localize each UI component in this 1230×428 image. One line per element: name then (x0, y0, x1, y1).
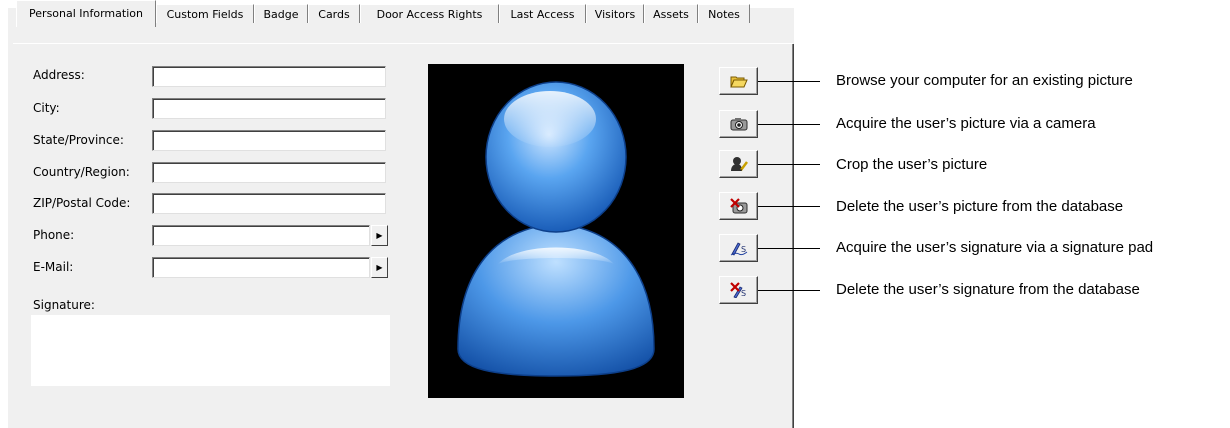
signature-label: Signature: (33, 298, 95, 312)
country-label: Country/Region: (33, 165, 130, 179)
tab-assets[interactable]: Assets (644, 4, 698, 23)
callout-crop: Crop the user’s picture (836, 156, 988, 173)
callout-connector (758, 124, 820, 125)
city-field[interactable] (152, 98, 386, 119)
arrow-right-icon: ▶ (376, 263, 383, 272)
callout-connector (758, 290, 820, 291)
callout-connector (758, 206, 820, 207)
delete-picture-icon (729, 198, 747, 214)
camera-icon (730, 118, 747, 131)
crop-picture-icon (730, 157, 748, 171)
address-field[interactable] (152, 66, 386, 87)
svg-text:S: S (741, 245, 746, 254)
user-silhouette-icon (457, 81, 655, 377)
tab-visitors[interactable]: Visitors (586, 4, 644, 23)
delete-picture-button[interactable] (719, 192, 758, 220)
callout-delete-picture: Delete the user’s picture from the datab… (836, 198, 1124, 215)
browse-picture-button[interactable] (719, 67, 758, 95)
open-folder-icon (729, 76, 748, 88)
camera-button[interactable] (719, 110, 758, 138)
zip-label: ZIP/Postal Code: (33, 196, 131, 210)
tab-notes[interactable]: Notes (698, 4, 750, 23)
email-label: E-Mail: (33, 260, 74, 274)
callout-connector (758, 164, 820, 165)
state-label: State/Province: (33, 133, 124, 147)
zip-field[interactable] (152, 193, 386, 214)
tab-cards[interactable]: Cards (308, 4, 360, 23)
callout-connector (758, 81, 820, 82)
phone-label: Phone: (33, 228, 75, 242)
delete-signature-icon: S (729, 282, 746, 298)
callout-delete-signature: Delete the user’s signature from the dat… (836, 281, 1140, 298)
callout-camera: Acquire the user’s picture via a camera (836, 115, 1096, 132)
tab-badge[interactable]: Badge (254, 4, 308, 23)
crop-picture-button[interactable] (719, 150, 758, 178)
signature-pad-icon: S (730, 242, 747, 256)
city-label: City: (33, 101, 60, 115)
user-photo (428, 64, 684, 398)
email-field[interactable] (152, 257, 370, 278)
delete-signature-button[interactable]: S (719, 276, 758, 304)
callout-connector (758, 248, 820, 249)
phone-field[interactable] (152, 225, 370, 246)
panel-border-right-shadow (793, 44, 794, 428)
tab-personal-information[interactable]: Personal Information (16, 0, 156, 27)
address-label: Address: (33, 68, 85, 82)
svg-text:S: S (741, 289, 746, 298)
tab-door-access-rights[interactable]: Door Access Rights (360, 4, 499, 23)
callout-browse: Browse your computer for an existing pic… (836, 72, 1133, 89)
tab-last-access[interactable]: Last Access (499, 4, 586, 23)
state-field[interactable] (152, 130, 386, 151)
email-menu-button[interactable]: ▶ (371, 257, 388, 278)
country-field[interactable] (152, 162, 386, 183)
arrow-right-icon: ▶ (376, 231, 383, 240)
signature-pad-button[interactable]: S (719, 234, 758, 262)
tab-baseline (13, 43, 793, 44)
signature-box (31, 315, 390, 386)
phone-menu-button[interactable]: ▶ (371, 225, 388, 246)
callout-signature-pad: Acquire the user’s signature via a signa… (836, 239, 1154, 256)
tab-custom-fields[interactable]: Custom Fields (156, 4, 254, 23)
